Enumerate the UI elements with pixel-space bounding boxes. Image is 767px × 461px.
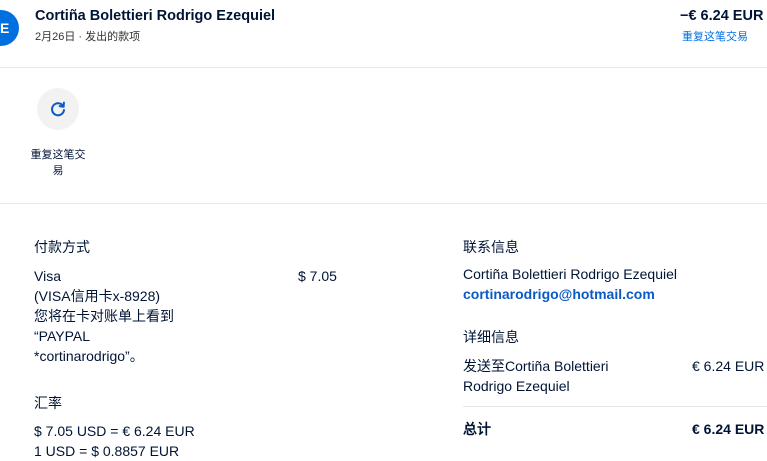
refresh-icon: [51, 101, 65, 117]
total-amount: € 6.24 EUR: [692, 421, 765, 437]
sent-to-name-line: Rodrigo Ezequiel: [463, 378, 570, 394]
contact-info-title: 联系信息: [463, 239, 519, 255]
payment-method-title: 付款方式: [34, 239, 90, 255]
sent-to-line: 发送至Cortiña Bolettieri: [463, 358, 609, 374]
transaction-subtitle: 2月26日 · 发出的款项: [35, 31, 141, 43]
contact-name: Cortiña Bolettieri Rodrigo Ezequiel: [463, 266, 677, 282]
payment-amount: $ 7.05: [298, 268, 337, 284]
payment-method-line: “PAYPAL: [34, 328, 91, 344]
transaction-amount: −€ 6.24 EUR: [680, 8, 764, 24]
payment-method-line: Visa: [34, 268, 61, 284]
sent-amount: € 6.24 EUR: [692, 358, 765, 374]
counterparty-name: Cortiña Bolettieri Rodrigo Ezequiel: [35, 8, 276, 24]
contact-email-link[interactable]: cortinarodrigo@hotmail.com: [463, 284, 655, 304]
repeat-transaction-link[interactable]: 重复这笔交易: [682, 28, 748, 44]
exchange-rate-line: $ 7.05 USD = € 6.24 EUR: [34, 423, 195, 439]
payment-method-line: 您将在卡对账单上看到: [34, 308, 174, 324]
payment-method-line: *cortinarodrigo”。: [34, 348, 144, 364]
exchange-rate-title: 汇率: [34, 395, 62, 411]
action-divider: [0, 203, 767, 204]
repeat-transaction-button[interactable]: [37, 88, 79, 130]
avatar: E: [0, 10, 19, 46]
details-divider: [463, 406, 767, 407]
details-title: 详细信息: [463, 329, 519, 345]
payment-method-line: (VISA信用卡x-8928): [34, 288, 161, 304]
exchange-rate-unit-line: 1 USD = $ 0.8857 EUR: [34, 443, 180, 459]
repeat-transaction-label[interactable]: 重复这笔交易: [28, 147, 88, 179]
total-label: 总计: [463, 421, 491, 437]
payment-method-description: Visa (VISA信用卡x-8928) 您将在卡对账单上看到 “PAYPAL …: [34, 266, 234, 366]
header-divider: [0, 67, 767, 68]
